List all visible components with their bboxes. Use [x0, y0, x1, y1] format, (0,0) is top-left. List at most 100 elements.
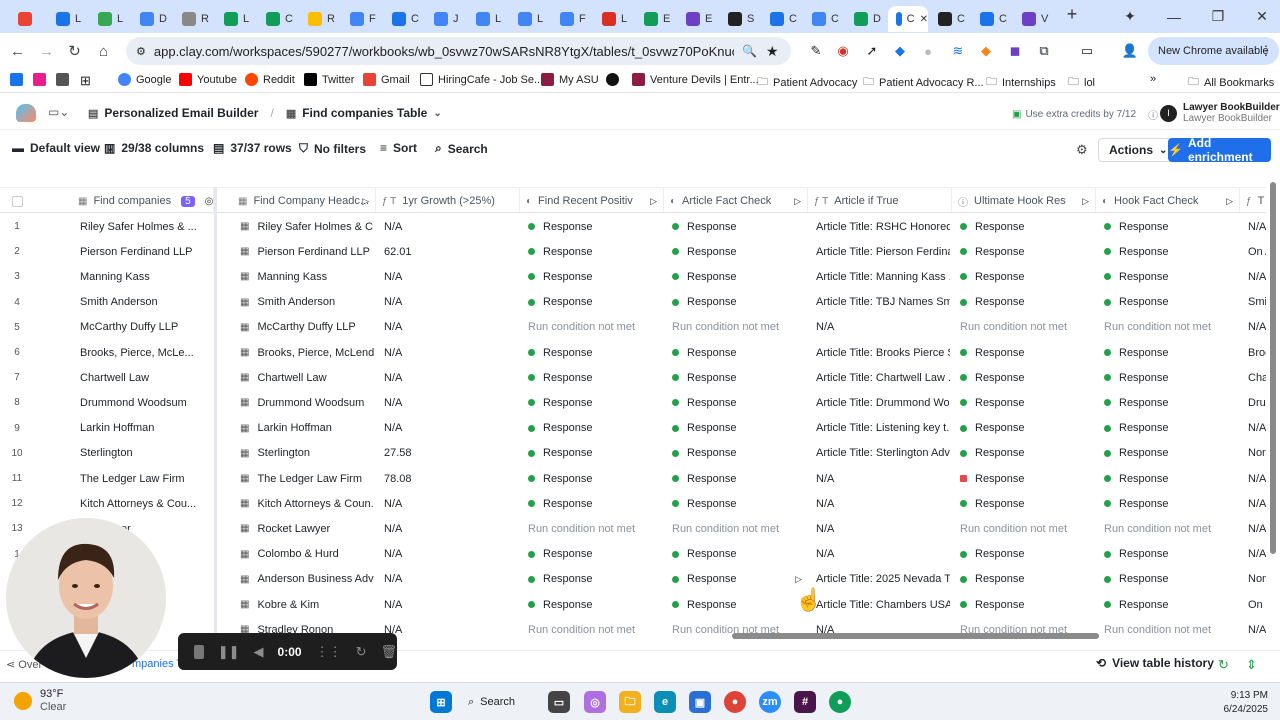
table-cell[interactable]: ▦ Manning Kass: [234, 264, 374, 289]
table-cell[interactable]: N/A: [1242, 214, 1266, 239]
table-cell[interactable]: N/A: [378, 390, 518, 415]
table-cell[interactable]: Response ▷: [666, 567, 806, 592]
expand-icon[interactable]: ⇕: [1246, 657, 1257, 673]
vertical-scrollbar[interactable]: [1269, 172, 1277, 640]
browser-tab[interactable]: C: [258, 6, 300, 32]
table-cell[interactable]: Response: [666, 390, 806, 415]
table-cell[interactable]: N/A: [1242, 315, 1266, 340]
fox-extension-icon[interactable]: ◆: [976, 41, 996, 61]
target-icon[interactable]: ◎: [205, 196, 213, 207]
minimize-icon[interactable]: —: [1152, 0, 1196, 33]
copilot-icon[interactable]: ◎: [584, 691, 606, 713]
run-column-icon[interactable]: ▷: [1226, 196, 1233, 207]
browser-tab[interactable]: C ✕: [888, 6, 928, 32]
table-cell[interactable]: N/A: [810, 466, 950, 491]
stop-button[interactable]: [194, 644, 204, 659]
table-cell[interactable]: Article Title: Listening key t...: [810, 416, 950, 441]
table-cell[interactable]: Response: [522, 239, 662, 264]
sort-button[interactable]: ≡ Sort: [380, 141, 417, 155]
table-cell[interactable]: Response: [954, 416, 1094, 441]
table-cell[interactable]: Response: [666, 466, 806, 491]
table-row[interactable]: 4 Smith Anderson ▦ Smith Anderson N/A Respons…: [0, 290, 1266, 315]
table-cell[interactable]: Run condition not met: [954, 315, 1094, 340]
table-cell[interactable]: ▦ McCarthy Duffy LLP: [234, 315, 374, 340]
bookmark-folder-lol[interactable]: 🗀 lol: [1068, 73, 1095, 92]
table-cell[interactable]: Response: [1098, 466, 1238, 491]
table-cell[interactable]: ▦ Sterlington: [234, 441, 374, 466]
layers-extension-icon[interactable]: ≋: [948, 41, 968, 61]
view-history-button[interactable]: ⟲ View table history: [1096, 656, 1214, 670]
column-header[interactable]: ◐ Article Fact Check ▷: [664, 188, 808, 214]
table-cell[interactable]: N/A: [378, 340, 518, 365]
table-cell[interactable]: N/A: [1242, 416, 1266, 441]
add-enrichment-button[interactable]: ⚡ Add enrichment: [1168, 136, 1271, 164]
table-cell[interactable]: ▦ Larkin Hoffman: [234, 416, 374, 441]
table-cell[interactable]: Run condition not met: [522, 516, 662, 541]
table-cell[interactable]: Drummond Woodsum: [74, 390, 212, 415]
address-bar[interactable]: ⚙ app.clay.com/workspaces/590277/workboo…: [126, 37, 791, 65]
bookmarks-overflow-icon[interactable]: »: [1150, 73, 1156, 85]
vertical-scroll-thumb[interactable]: [1270, 182, 1276, 554]
table-cell[interactable]: Char: [1242, 365, 1266, 390]
table-cell[interactable]: Article Title: Manning Kass ...: [810, 264, 950, 289]
weather-widget[interactable]: 93°F Clear: [14, 688, 66, 714]
browser-tab[interactable]: E: [636, 6, 678, 32]
table-row[interactable]: 9 Larkin Hoffman ▦ Larkin Hoffman N/A Respons…: [0, 416, 1266, 441]
bookmark-youtube[interactable]: Youtube: [179, 73, 237, 86]
purple-extension-icon[interactable]: ◼: [1005, 41, 1025, 61]
table-cell[interactable]: Smith Anderson: [74, 290, 212, 315]
table-cell[interactable]: Response: [666, 592, 806, 617]
table-cell[interactable]: Response: [954, 491, 1094, 516]
browser-tab[interactable]: L: [468, 6, 510, 32]
table-row[interactable]: 11 The Ledger Law Firm ▦ The Ledger Law Fir…: [0, 466, 1266, 491]
table-cell[interactable]: Sterlington: [74, 441, 212, 466]
table-cell[interactable]: Response: [1098, 542, 1238, 567]
table-cell[interactable]: Article Title: Brooks Pierce S...: [810, 340, 950, 365]
bookmark-star-icon[interactable]: ★: [766, 43, 779, 60]
search-button[interactable]: ⌕ Search: [435, 141, 488, 156]
table-cell[interactable]: Response: [954, 441, 1094, 466]
run-cell-icon[interactable]: ▷: [795, 574, 802, 585]
bookmark-reddit[interactable]: Reddit: [245, 73, 295, 86]
table-cell[interactable]: ▦ Brooks, Pierce, McLend...: [234, 340, 374, 365]
chrome-extension-icon[interactable]: ◉: [833, 41, 853, 61]
table-cell[interactable]: Response: [666, 264, 806, 289]
table-cell[interactable]: Article Title: Chartwell Law ...: [810, 365, 950, 390]
horizontal-scroll-thumb[interactable]: [732, 633, 1099, 639]
table-cell[interactable]: Response: [1098, 390, 1238, 415]
table-cell[interactable]: Response: [954, 592, 1094, 617]
table-cell[interactable]: Response: [1098, 340, 1238, 365]
refresh-icon[interactable]: ↻: [1218, 657, 1229, 673]
browser-tab[interactable]: L: [594, 6, 636, 32]
column-header[interactable]: ⓘ Ultimate Hook Res ▷: [952, 188, 1096, 214]
table-cell[interactable]: Response: [666, 491, 806, 516]
table-cell[interactable]: ▦ Rocket Lawyer: [234, 516, 374, 541]
bookmark-app-blue[interactable]: [10, 73, 23, 86]
table-cell[interactable]: The Ledger Law Firm: [74, 466, 212, 491]
table-cell[interactable]: Response: [954, 567, 1094, 592]
table-cell[interactable]: Response: [666, 239, 806, 264]
settings-icon[interactable]: ⚙: [1076, 142, 1088, 158]
browser-tab[interactable]: C: [804, 6, 846, 32]
bookmark-app-gray[interactable]: [56, 73, 69, 86]
table-cell[interactable]: N/A: [378, 592, 518, 617]
browser-tab[interactable]: D: [132, 6, 174, 32]
table-row[interactable]: 8 Drummond Woodsum ▦ Drummond Woodsum N/A Res…: [0, 390, 1266, 415]
help-icon[interactable]: ⓘ: [1148, 107, 1158, 122]
table-cell[interactable]: Response: [954, 542, 1094, 567]
table-row[interactable]: 12 Kitch Attorneys & Cou... ▦ Kitch Attorne…: [0, 491, 1266, 516]
bookmark-twitter[interactable]: Twitter: [304, 73, 354, 86]
table-cell[interactable]: Run condition not met: [666, 516, 806, 541]
store-icon[interactable]: ▣: [689, 691, 711, 713]
table-row[interactable]: ▦ Kobre & Kim N/A Response Response Article T…: [0, 592, 1266, 617]
browser-tab[interactable]: L: [216, 6, 258, 32]
clay-logo-icon[interactable]: [16, 104, 36, 122]
browser-tab[interactable]: E: [678, 6, 720, 32]
table-cell[interactable]: Article Title: RSHC Honored...: [810, 214, 950, 239]
table-cell[interactable]: ▦ Anderson Business Advi...: [234, 567, 374, 592]
zoom-icon[interactable]: 🔍: [742, 44, 757, 58]
table-cell[interactable]: N/A: [378, 416, 518, 441]
table-cell[interactable]: N/A: [378, 491, 518, 516]
table-cell[interactable]: Article Title: Drummond Wo...: [810, 390, 950, 415]
table-row[interactable]: 1...Hurd▦Colombo & HurdN/AResponseRespon…: [0, 542, 1266, 567]
